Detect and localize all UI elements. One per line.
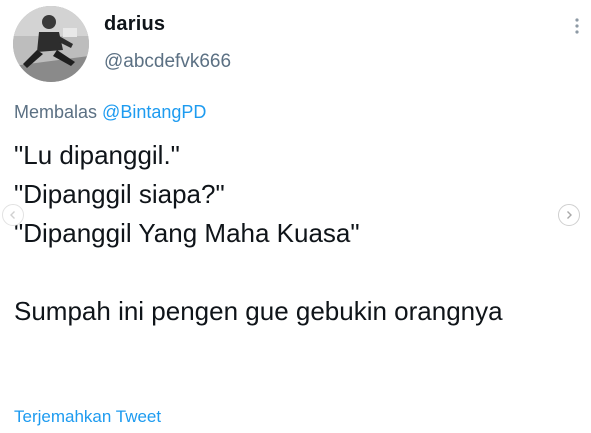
chevron-right-icon bbox=[567, 211, 572, 219]
avatar-photo bbox=[13, 6, 89, 82]
translate-tweet-link[interactable]: Terjemahkan Tweet bbox=[14, 407, 161, 427]
user-handle[interactable]: @abcdefvk666 bbox=[104, 51, 231, 73]
avatar[interactable] bbox=[13, 6, 89, 82]
tweet-text: "Lu dipanggil." "Dipanggil siapa?" "Dipa… bbox=[14, 140, 503, 326]
more-vertical-icon[interactable] bbox=[570, 16, 584, 36]
carousel-next-button[interactable] bbox=[558, 204, 580, 226]
chevron-left-icon bbox=[10, 211, 15, 219]
carousel-prev-button[interactable] bbox=[2, 204, 24, 226]
reply-mention-link[interactable]: @BintangPD bbox=[102, 102, 206, 122]
reply-context: Membalas @BintangPD bbox=[14, 102, 206, 123]
display-name[interactable]: darius bbox=[104, 13, 165, 36]
tweet-card: darius @abcdefvk666 Membalas @BintangPD … bbox=[0, 0, 591, 433]
reply-prefix: Membalas bbox=[14, 102, 98, 122]
